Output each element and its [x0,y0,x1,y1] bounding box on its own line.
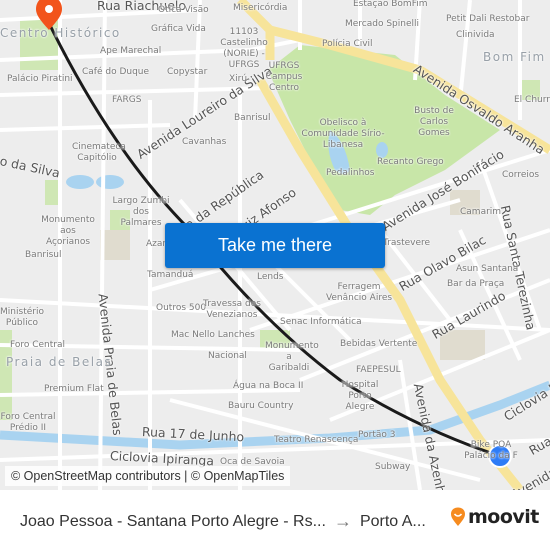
district-label: Praia de Belas [6,355,113,369]
poi-label: Teatro Renascença [274,435,359,445]
map-attribution[interactable]: © OpenStreetMap contributors | © OpenMap… [5,466,291,486]
origin-label: Joao Pessoa - Santana Porto Alegre - Rs.… [20,512,326,530]
poi-label: Trastevere [383,238,431,248]
poi-label: Pedalinhos [326,168,375,178]
district-label: Bom Fim [483,50,546,64]
destination-label: Porto A... [359,512,426,530]
poi-label: Hospital Porto Alegre [341,380,379,412]
poi-label: Xirú [229,74,248,84]
poi-label: Monumento aos Açorianos [41,215,95,247]
district-label: Centro Histórico [0,26,121,40]
poi-label: Água na Boca II [233,381,304,391]
poi-label: Largo Zumbi dos Palmares [112,196,170,228]
poi-label: Ape Marechal [100,46,162,56]
poi-label: Asun Santana [456,264,519,274]
poi-label: Misericórdia [233,3,288,13]
poi-label: Subway [375,462,411,472]
lake [96,175,124,189]
poi-label: Foro Central [10,340,66,350]
poi-label: Lends [257,272,284,282]
poi-label: Monumento a Garibaldi [265,341,319,373]
poi-label: Petit Dali Restobar [446,14,530,24]
poi-label: Estação BomFim [353,0,428,9]
poi-label: Banrisul [25,250,62,260]
park [45,180,60,205]
poi-label: Portão 3 [358,430,396,440]
poi-label: Bar da Praça [447,279,505,289]
poi-label: Ferragem Venâncio Aires [325,282,393,303]
poi-label: Palácio Piratini [7,74,73,84]
poi-label: Gráfica Vida [151,24,206,34]
poi-label: Mac Nello Lanches [171,330,255,340]
poi-label: Obelisco à Comunidade Sírio-Libanesa [301,118,385,150]
poi-label: Busto de Carlos Gomes [414,106,454,138]
take-me-there-button[interactable]: Take me there [165,223,385,268]
poi-label: UFRGS Campus Centro [265,61,303,93]
poi-label: Bike POA Palácio da F [464,440,518,461]
poi-label: Copystar [167,67,208,77]
poi-label: Cinemateca Capitólio [72,142,126,163]
poi-label: Outros 500 [156,303,207,313]
route-summary: Joao Pessoa - Santana Porto Alegre - Rs.… [20,511,426,532]
poi-label: FAEPESUL [356,365,401,375]
poi-label: Ministério Público [0,307,44,328]
poi-label: Recanto Grego [377,157,444,167]
footer-bar: Joao Pessoa - Santana Porto Alegre - Rs.… [0,490,550,550]
poi-label: FARGS [112,95,142,105]
poi-label: Correios [502,170,540,180]
poi-label: Ótica Visão [158,5,209,15]
poi-label: Nacional [208,351,247,361]
poi-label: Banrisul [234,113,271,123]
arrow-right-icon: → [333,511,352,531]
poi-label: Café do Duque [82,67,150,77]
lake [66,175,94,189]
moovit-wordmark: moovit [468,506,539,528]
poi-label: Senac Informática [280,317,362,327]
poi-label: Tamanduá [147,270,194,280]
poi-label: Cavanhas [182,137,227,147]
moovit-pin-icon [451,507,465,526]
map-view[interactable]: Rua Riachuelo Avenida Loureiro da Silva … [0,0,550,490]
poi-label: Foro Central Prédio II [0,412,56,433]
poi-label: Travessa dos Venezianos [203,299,261,320]
poi-label: Mercado Spinelli [345,19,420,29]
poi-label: Polícia Civil [322,39,373,49]
poi-label: Premium Flat [44,384,104,394]
poi-label: El Churre [514,95,550,105]
poi-label: Bebidas Vertente [340,339,418,349]
moovit-logo[interactable]: moovit [450,506,539,528]
poi-label: Camarim [460,207,502,217]
poi-label: Bauru Country [228,401,294,411]
poi-label: Clinivida [456,30,495,40]
